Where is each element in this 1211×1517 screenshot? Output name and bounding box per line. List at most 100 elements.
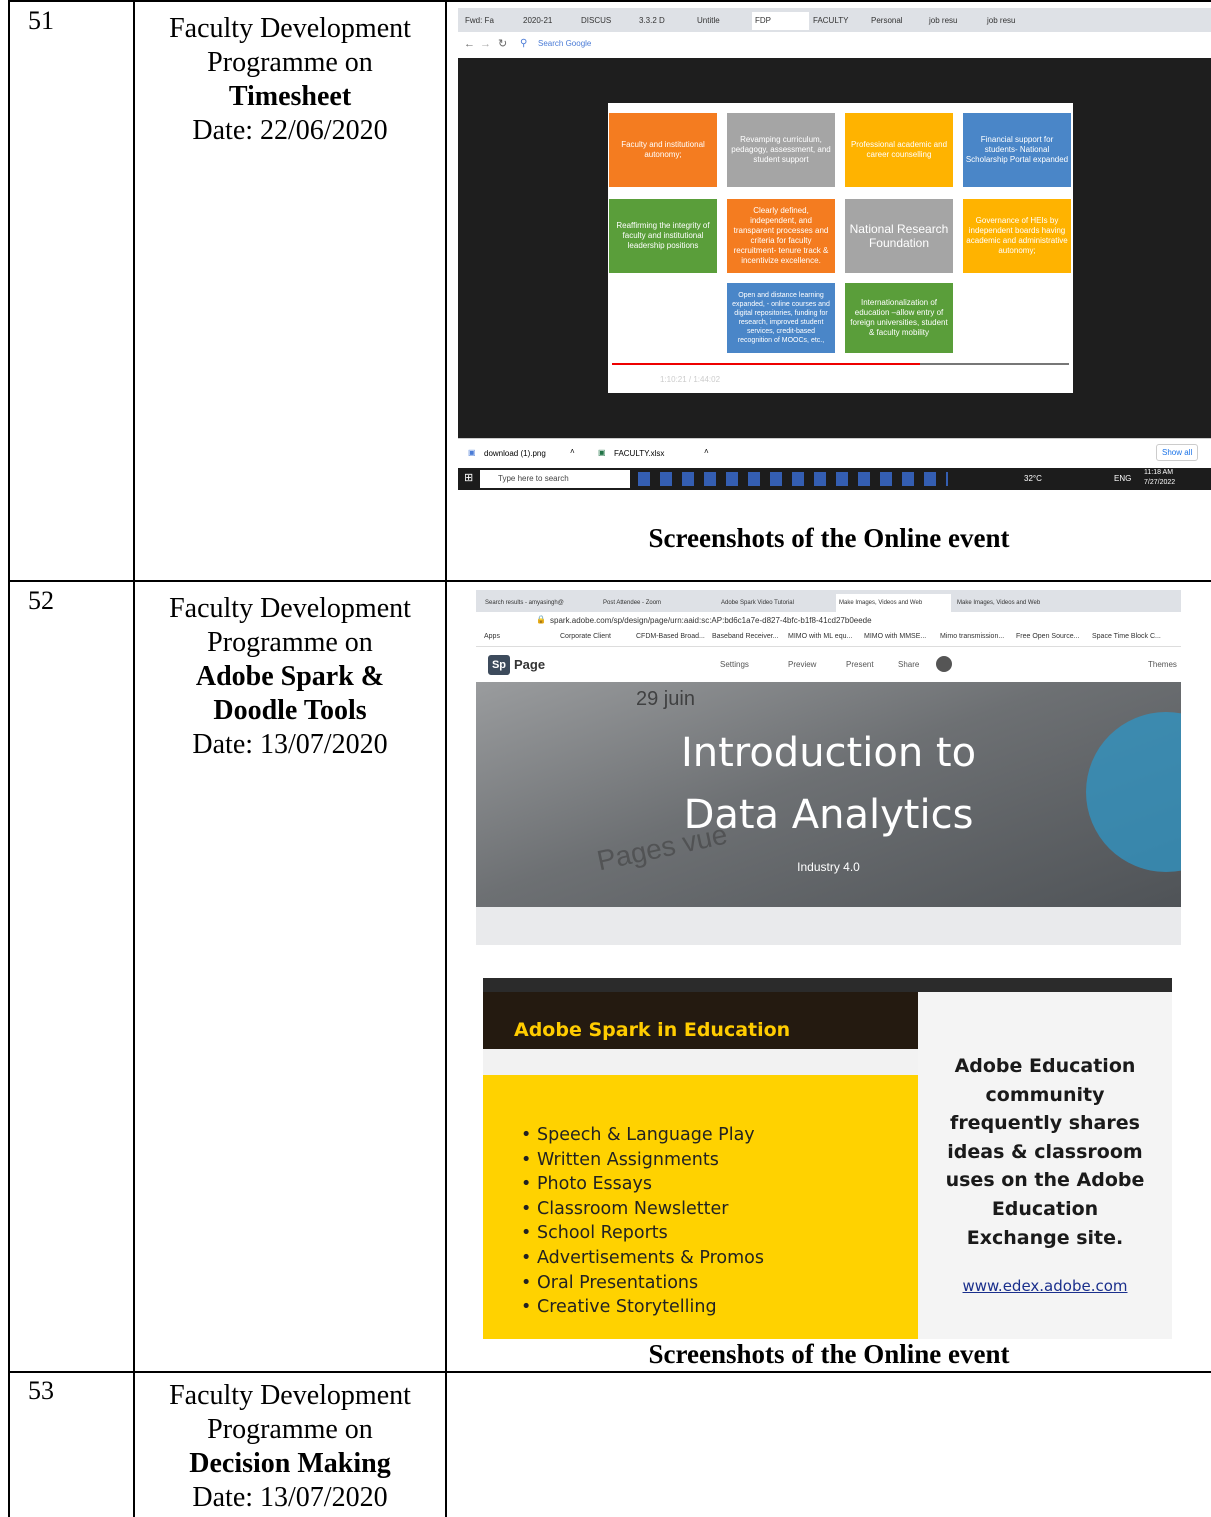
slide-box: Clearly defined, independent, and transp… <box>727 199 835 273</box>
browser-tab: Make Images, Videos and Web <box>957 600 1041 606</box>
title-line: Faculty Development <box>169 13 411 44</box>
browser-tab: FACULTY <box>813 16 849 25</box>
bookmarks-bar: Apps Corporate Client CFDM-Based Broad... B… <box>476 630 1181 647</box>
chevron-up-icon: ˄ <box>704 447 709 456</box>
bookmark-item: Space Time Block C... <box>1092 633 1161 640</box>
right-text-line: Exchange site. <box>966 1226 1124 1249</box>
screenshot-caption: Screenshots of the Online event <box>648 1339 1010 1369</box>
slide-box: National Research Foundation <box>845 199 953 273</box>
bookmark-item: Apps <box>484 633 500 640</box>
title-topic: Decision Making <box>189 1448 391 1479</box>
hero-banner: 29 juin Pages vue Introduction to Data A… <box>476 682 1181 907</box>
title-line: Programme on <box>207 47 373 78</box>
clock-time: 11:18 AM <box>1144 469 1174 476</box>
address-bar: 🔒 spark.adobe.com/sp/design/page/urn:aai… <box>476 612 1181 630</box>
event-title: Faculty Development Programme on Adobe S… <box>134 592 446 762</box>
online-event-screenshot: Fwd: Fa 2020-21 DISCUS 3.3.2 D Untitle FDP FAC… <box>458 8 1211 490</box>
event-title: Faculty Development Programme on Timeshe… <box>134 12 446 148</box>
miniplayer-icon: ▣ <box>1020 371 1032 385</box>
clock-date: 7/27/2022 <box>1144 479 1176 486</box>
download-item: FACULTY.xlsx <box>614 449 665 458</box>
address-bar: ← → ↻ ⚲ Search Google <box>458 32 1211 59</box>
slide-box: Revamping curriculum, pedagogy, assessme… <box>727 113 835 187</box>
spark-toolbar: Sp Page Settings Preview Present Share T… <box>476 648 1181 683</box>
bullet-item: Oral Presentations <box>521 1271 764 1296</box>
weather-text: 32°C <box>1024 474 1042 483</box>
bullet-item: Written Assignments <box>521 1148 764 1173</box>
bullet-list: Speech & Language PlayWritten Assignment… <box>521 1123 764 1320</box>
taskbar-search-text: Type here to search <box>498 474 569 483</box>
event-title: Faculty Development Programme on Decisio… <box>134 1379 446 1515</box>
avatar <box>936 656 952 672</box>
bullet-item: Speech & Language Play <box>521 1123 764 1148</box>
slide-heading: Adobe Spark in Education <box>514 1019 791 1041</box>
row-number: 51 <box>28 6 54 35</box>
themes-button: Themes <box>1148 660 1177 669</box>
lock-icon: 🔒 <box>536 615 546 624</box>
right-text: Adobe Education community frequently share… <box>918 1052 1172 1252</box>
browser-tab-bar: Search results - amyasingh@ Post Attendee… <box>476 590 1181 612</box>
event-date: Date: 13/07/2020 <box>192 729 388 760</box>
table-border-left <box>8 0 10 1517</box>
bullet-item: Photo Essays <box>521 1172 764 1197</box>
pause-icon: ❚❚ <box>620 374 639 386</box>
file-icon: ▣ <box>468 448 476 457</box>
browser-tab: DISCUS <box>581 16 612 25</box>
title-line: Programme on <box>207 1414 373 1445</box>
title-topic: Doodle Tools <box>213 695 367 726</box>
event-date: Date: 13/07/2020 <box>192 1482 388 1513</box>
toolbar-share: Share <box>898 660 920 669</box>
browser-tab: Fwd: Fa <box>465 16 494 25</box>
right-text-line: community <box>985 1083 1105 1106</box>
reload-icon: ↻ <box>498 38 508 50</box>
browser-tab: Untitle <box>697 16 720 25</box>
download-item: download (1).png <box>484 449 546 458</box>
browser-tab: job resu <box>929 16 958 25</box>
toolbar-present: Present <box>846 660 874 669</box>
browser-tab: 3.3.2 D <box>639 16 665 25</box>
bookmark-item: MIMO with MMSE... <box>864 633 927 640</box>
slide-box: Internationalization of education –allow… <box>845 283 953 353</box>
title-line: Faculty Development <box>169 1380 411 1411</box>
event-date: Date: 22/06/2020 <box>192 115 388 146</box>
language-text: ENG <box>1114 474 1132 483</box>
slide-box: Open and distance learning expanded, - o… <box>727 283 835 353</box>
title-line: Faculty Development <box>169 593 411 624</box>
title-line: Programme on <box>207 627 373 658</box>
browser-tab: job resu <box>987 16 1016 25</box>
right-text-line: Education <box>991 1197 1099 1220</box>
bookmark-item: Mimo transmission... <box>940 633 1005 640</box>
right-text-line: Adobe Education <box>954 1055 1136 1077</box>
spark-page-screenshot: Search results - amyasingh@ Post Attendee… <box>476 590 1181 945</box>
slide-box: Reaffirming the integrity of faculty and… <box>609 199 717 273</box>
page-below-hero <box>476 907 1181 945</box>
bookmark-item: Baseband Receiver... <box>712 633 779 640</box>
hero-subtitle: Industry 4.0 <box>797 860 860 874</box>
spark-brand: Page <box>514 657 546 672</box>
row-number: 53 <box>28 1376 54 1405</box>
bookmark-item: MIMO with ML equ... <box>788 633 853 640</box>
toolbar-preview: Preview <box>788 660 817 669</box>
taskbar-search: Type here to search <box>480 470 630 488</box>
browser-tab: Adobe Spark Video Tutorial <box>721 600 794 606</box>
right-text-line: frequently shares <box>950 1112 1140 1135</box>
slide-top-bar <box>483 978 1172 992</box>
title-topic: Adobe Spark & <box>195 661 385 692</box>
search-icon: ⚲ <box>520 38 528 49</box>
windows-taskbar: ⊞ Type here to search 32°C ENG 11:18 AM … <box>458 468 1211 490</box>
slide-box: Financial support for students- National… <box>963 113 1071 187</box>
show-all-button: Show all <box>1156 444 1199 461</box>
forward-icon: → <box>480 38 491 50</box>
browser-tab: Make Images, Videos and Web <box>836 594 951 612</box>
back-icon: ← <box>464 38 475 50</box>
right-text-line: uses on the Adobe <box>945 1169 1145 1192</box>
video-player: Faculty and institutional autonomy; Revam… <box>458 58 1211 438</box>
slide-bullet-panel: Speech & Language PlayWritten Assignment… <box>483 1075 918 1339</box>
slide-box: Governance of HEIs by independent boards… <box>963 199 1071 273</box>
downloads-bar: ▣ download (1).png ˄ ▣ FACULTY.xlsx ˄ Sh… <box>458 438 1211 469</box>
bullet-item: School Reports <box>521 1221 764 1246</box>
windows-start-icon: ⊞ <box>464 472 474 484</box>
taskbar-apps <box>638 472 948 486</box>
row-divider-2 <box>8 1371 1211 1373</box>
right-text-line: ideas & classroom <box>947 1140 1143 1163</box>
